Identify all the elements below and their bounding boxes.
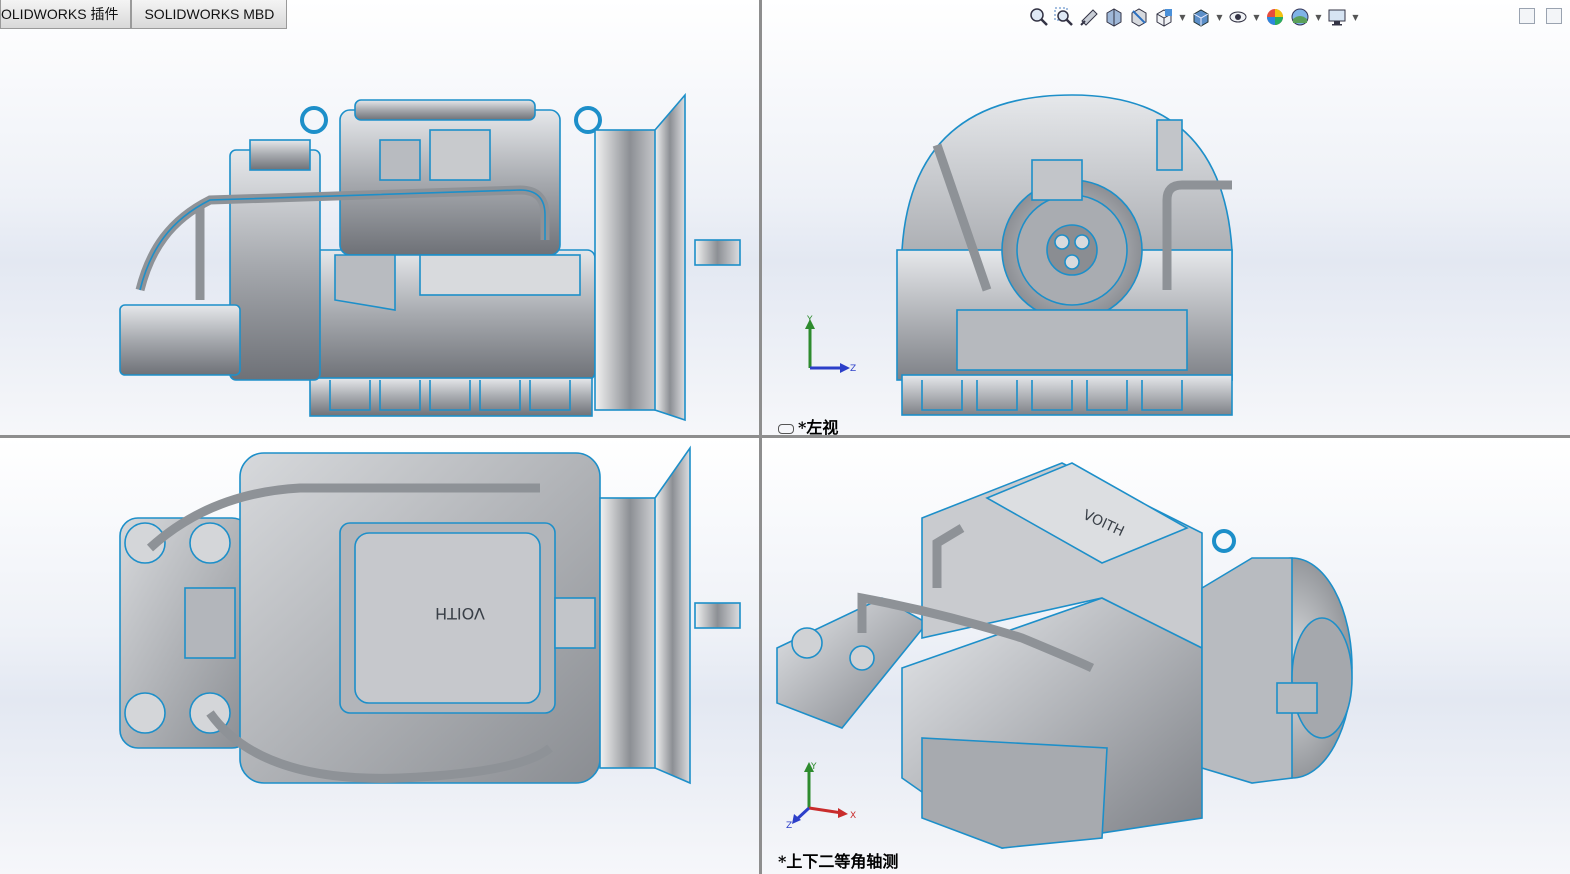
model-isometric-view: VOITH — [776, 462, 1353, 849]
view-orientation-icon[interactable] — [1153, 6, 1175, 28]
model-left-view — [896, 94, 1233, 416]
zoom-to-area-icon[interactable] — [1053, 6, 1075, 28]
horizontal-viewport-splitter[interactable] — [0, 435, 1570, 438]
viewport-top[interactable]: VOITH — [0, 438, 759, 874]
viewport-isometric[interactable]: VOITH Y X Z *上下二等角轴测 — [762, 438, 1570, 874]
view-settings-icon[interactable] — [1326, 6, 1348, 28]
coordinate-triad-iso: Y X Z — [786, 762, 856, 830]
brand-label: VOITH — [435, 604, 485, 623]
viewport-link-icon[interactable] — [778, 423, 794, 434]
dynamic-annotation-icon[interactable] — [1128, 6, 1150, 28]
tab-solidworks-mbd[interactable]: SOLIDWORKS MBD — [131, 0, 288, 29]
display-style-icon[interactable] — [1190, 6, 1212, 28]
coordinate-triad: Y Z — [805, 315, 856, 374]
triad-x-label-iso: X — [850, 811, 856, 821]
command-manager-tabs: OLIDWORKS 插件 SOLIDWORKS MBD — [0, 0, 288, 30]
viewport-label-isometric: *上下二等角轴测 — [778, 852, 899, 871]
viewport-left[interactable]: ▼ ▼ ▼ ▼ ▼ Y Z *左视 — [762, 0, 1570, 435]
viewport-front[interactable] — [0, 0, 759, 435]
viewport-label-left-text: *左视 — [798, 418, 839, 435]
edit-appearance-icon[interactable] — [1264, 6, 1286, 28]
view-settings-dropdown-icon[interactable]: ▼ — [1351, 6, 1360, 28]
model-top-view: VOITH — [119, 445, 741, 785]
model-front-view — [119, 92, 741, 422]
previous-view-icon[interactable] — [1078, 6, 1100, 28]
vertical-viewport-splitter[interactable] — [759, 0, 762, 874]
apply-scene-icon[interactable] — [1289, 6, 1311, 28]
viewport-label-left: *左视 — [778, 414, 838, 435]
view-orientation-dropdown-icon[interactable]: ▼ — [1178, 6, 1187, 28]
triad-y-label: Y — [806, 315, 813, 325]
viewport-maximize-icon[interactable] — [1546, 8, 1562, 24]
hide-show-icon[interactable] — [1227, 6, 1249, 28]
apply-scene-dropdown-icon[interactable]: ▼ — [1314, 6, 1323, 28]
display-style-dropdown-icon[interactable]: ▼ — [1215, 6, 1224, 28]
tab-solidworks-addins[interactable]: OLIDWORKS 插件 — [0, 0, 132, 29]
hide-show-dropdown-icon[interactable]: ▼ — [1252, 6, 1261, 28]
triad-y-label-iso: Y — [810, 762, 817, 772]
section-view-icon[interactable] — [1103, 6, 1125, 28]
heads-up-view-toolbar: ▼ ▼ ▼ ▼ ▼ — [1028, 4, 1360, 30]
viewport-restore-icon[interactable] — [1519, 8, 1535, 24]
triad-z-label-iso: Z — [786, 821, 792, 830]
zoom-to-fit-icon[interactable] — [1028, 6, 1050, 28]
triad-z-label: Z — [850, 364, 856, 374]
